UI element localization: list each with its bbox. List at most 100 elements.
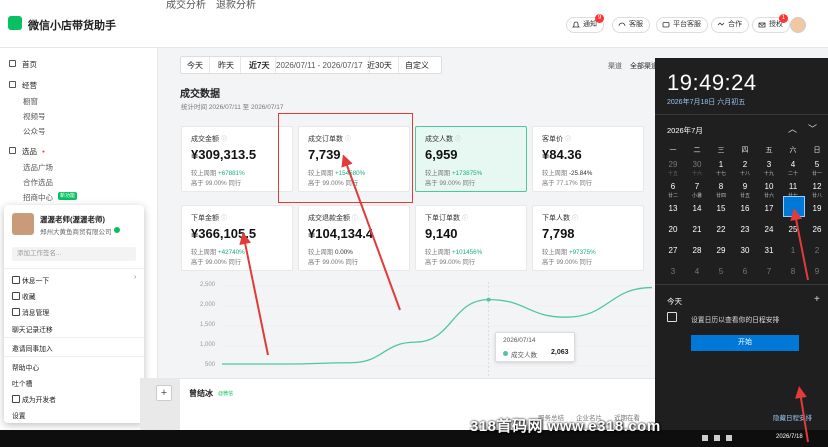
notice-button[interactable]: 通知 9	[566, 14, 604, 33]
calendar-day[interactable]: 16	[733, 204, 757, 213]
sidebar-item-investment[interactable]: 招商中心	[23, 192, 53, 203]
filter-custom[interactable]: 自定义	[399, 57, 435, 75]
menu-item-settings[interactable]: 设置	[12, 410, 26, 420]
platform-service-button[interactable]: 平台客服	[656, 17, 708, 33]
service-button[interactable]: 客服	[612, 17, 650, 33]
calendar-day[interactable]: 1	[781, 246, 805, 255]
calendar-day[interactable]: 4 二十	[781, 160, 805, 177]
calendar-day[interactable]: 12 廿八	[805, 182, 828, 199]
calendar-day[interactable]: 3	[661, 267, 685, 276]
metric-card[interactable]: 客单价 ¥84.36 较上周期 -25.84% 高于 77.17% 同行	[532, 126, 644, 192]
calendar-day[interactable]: 22	[709, 225, 733, 234]
filter-today[interactable]: 今天	[181, 57, 210, 75]
tab-deal-analysis[interactable]: 成交分析	[166, 0, 206, 11]
calendar-day[interactable]: 4	[685, 267, 709, 276]
calendar-day[interactable]: 14	[685, 204, 709, 213]
today-label: 今天	[667, 297, 682, 306]
calendar-day[interactable]: 3 十九	[757, 160, 781, 177]
calendar-day[interactable]: 5	[709, 267, 733, 276]
calendar-day[interactable]: 6	[733, 267, 757, 276]
tray-icons[interactable]	[700, 433, 760, 443]
metric-value: ¥366,105.5	[191, 226, 257, 241]
calendar-day[interactable]: 1 十七	[709, 160, 733, 177]
sidebar-item-showcase[interactable]: 橱窗	[23, 96, 38, 107]
calendar-day[interactable]: 31	[757, 246, 781, 255]
calendar-day[interactable]: 15	[709, 204, 733, 213]
menu-item-developer[interactable]: 成为开发者	[12, 394, 56, 404]
calendar-day[interactable]: 6 廿二	[661, 182, 685, 199]
sidebar-item-channels[interactable]: 视频号	[23, 111, 46, 122]
user-avatar[interactable]	[790, 17, 806, 33]
calendar-day[interactable]: 23	[733, 225, 757, 234]
calendar-day[interactable]: 17	[757, 204, 781, 213]
divider	[4, 356, 144, 357]
sidebar-item-selection-plaza[interactable]: 选品广场	[23, 162, 53, 173]
filter-30days[interactable]: 近30天	[361, 57, 399, 75]
calendar-day[interactable]: 2 十八	[733, 160, 757, 177]
calendar-day[interactable]: 30	[733, 246, 757, 255]
metric-card[interactable]: 成交退款金额 ¥104,134.4 较上周期 0.00% 高于 99.00% 同行	[298, 205, 410, 271]
calendar-day[interactable]: 25	[781, 225, 805, 234]
top-bar: 微信小店带货助手 成交分析 退款分析 通知 9 客服 平台客服 合作 授权 1	[0, 0, 828, 48]
contact-name: 曾结冰	[189, 389, 213, 398]
calendar-day[interactable]: 20	[661, 225, 685, 234]
calendar-day[interactable]: 19	[805, 204, 828, 213]
tooltip-series: 成交人数	[511, 352, 537, 359]
menu-item-feedback[interactable]: 吐个槽	[12, 378, 32, 388]
calendar-day[interactable]: 8	[781, 267, 805, 276]
metric-card[interactable]: 下单金额 ¥366,105.5 较上周期 +42740% 高于 99.00% 同行	[181, 205, 293, 271]
menu-item-invite[interactable]: 邀请同事加入	[12, 343, 53, 353]
calendar-day[interactable]: 21	[685, 225, 709, 234]
add-event-icon[interactable]: +	[814, 294, 820, 305]
calendar-day[interactable]: 13	[661, 204, 685, 213]
calendar-day[interactable]: 29 十五	[661, 160, 685, 177]
calendar-day[interactable]: 30 十六	[685, 160, 709, 177]
calendar-day[interactable]: 5 廿一	[805, 160, 828, 177]
menu-item-chat-migration[interactable]: 聊天记录迁移	[12, 324, 53, 334]
calendar-day[interactable]: 29	[709, 246, 733, 255]
calendar-day[interactable]: 2	[805, 246, 828, 255]
menu-item-favorites[interactable]: 收藏	[12, 291, 36, 301]
calendar-day[interactable]: 7	[757, 267, 781, 276]
authorize-button[interactable]: 授权 1	[752, 14, 790, 33]
calendar-day[interactable]: 10 廿六	[757, 182, 781, 199]
chevron-down-icon[interactable]: ﹀	[808, 122, 817, 135]
calendar-day[interactable]: 8 廿四	[709, 182, 733, 199]
calendar-day[interactable]: 9 廿五	[733, 182, 757, 199]
metric-label: 客单价	[542, 134, 571, 144]
metric-card[interactable]: 成交人数 6,959 较上周期 +173875% 高于 99.00% 同行	[415, 126, 527, 192]
start-button[interactable]: 开始	[691, 335, 799, 351]
y-tick: 500	[204, 362, 215, 368]
chevron-up-icon[interactable]: ︿	[788, 122, 797, 135]
calendar-month[interactable]: 2026年7月	[667, 125, 703, 136]
tab-refund-analysis[interactable]: 退款分析	[216, 0, 256, 11]
calendar-day[interactable]: 26	[805, 225, 828, 234]
line-chart[interactable]	[222, 282, 652, 382]
channel-select[interactable]: 全部渠道	[630, 61, 658, 71]
calendar-day[interactable]: 28	[685, 246, 709, 255]
app-title: 微信小店带货助手	[28, 20, 116, 32]
sidebar-item-home[interactable]: 首页	[9, 59, 37, 70]
calendar-day[interactable]: 27	[661, 246, 685, 255]
metric-card[interactable]: 成交金额 ¥309,313.5 较上周期 +67881% 高于 99.00% 同行	[181, 126, 293, 192]
metric-card[interactable]: 下单订单数 9,140 较上周期 +101456% 高于 99.00% 同行	[415, 205, 527, 271]
calendar-day[interactable]: 24	[757, 225, 781, 234]
filter-yesterday[interactable]: 昨天	[212, 57, 241, 75]
sidebar-item-selection[interactable]: 选品 •	[9, 146, 45, 157]
signature-input[interactable]: 添加工作签名...	[12, 247, 136, 261]
menu-item-message-manage[interactable]: 消息管理	[12, 307, 49, 317]
clock-date[interactable]: 2026年7月18日 六月初五	[667, 97, 745, 107]
menu-item-rest[interactable]: 休息一下	[12, 275, 49, 285]
menu-item-help[interactable]: 帮助中心	[12, 362, 39, 372]
filter-date-range[interactable]: 2026/07/11 - 2026/07/17	[270, 57, 370, 75]
hide-schedule-link[interactable]: 隐藏日程安排	[773, 412, 812, 422]
sidebar-item-coop-selection[interactable]: 合作选品	[23, 177, 53, 188]
cooperation-button[interactable]: 合作	[711, 17, 749, 33]
add-button[interactable]: +	[156, 385, 172, 401]
taskbar-date[interactable]: 2026/7/18	[776, 434, 803, 440]
calendar-day[interactable]: 7 小暑	[685, 182, 709, 199]
calendar-day[interactable]: 9	[805, 267, 828, 276]
sidebar-item-official-account[interactable]: 公众号	[23, 126, 46, 137]
metric-card[interactable]: 下单人数 7,798 较上周期 +97375% 高于 99.00% 同行	[532, 205, 644, 271]
sidebar-item-operation[interactable]: 经营	[9, 80, 37, 91]
